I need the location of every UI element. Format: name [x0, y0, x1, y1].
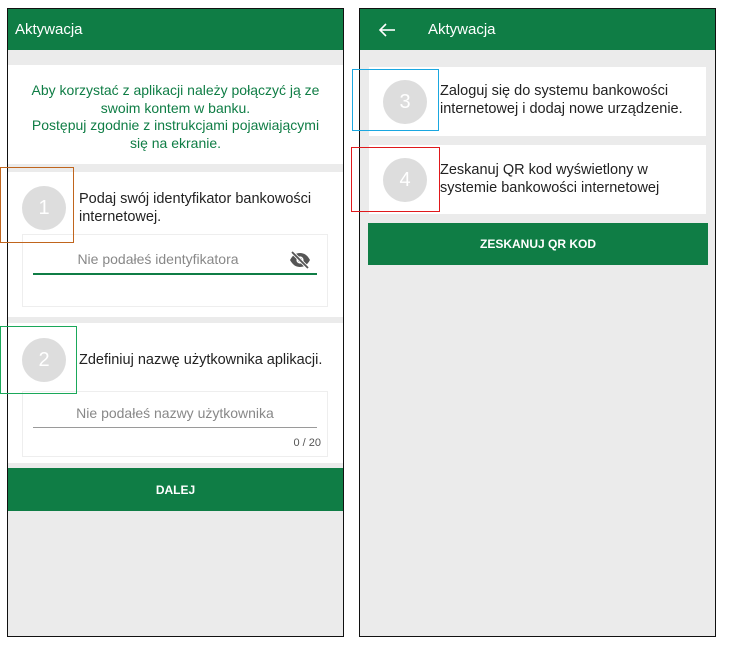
- highlight-box-step1: [0, 167, 74, 243]
- intro-line: Postępuj zgodnie z instrukcjami pojawiaj…: [31, 117, 320, 133]
- arrow-left-icon[interactable]: [376, 20, 398, 40]
- eye-slash-icon[interactable]: [289, 250, 311, 270]
- intro-card: Aby korzystać z aplikacji należy połączy…: [8, 65, 343, 164]
- app-bar-title: Aktywacja: [15, 21, 83, 38]
- scan-qr-button[interactable]: ZESKANUJ QR KOD: [368, 223, 708, 265]
- step1-instruction: Podaj swój identyfikator bankowości inte…: [79, 191, 312, 225]
- intro-line: Aby korzystać z aplikacji należy połączy…: [31, 82, 320, 98]
- app-bar-title: Aktywacja: [428, 21, 496, 38]
- app-bar: Aktywacja: [360, 9, 715, 50]
- username-input-row: [33, 405, 317, 428]
- app-bar: Aktywacja: [8, 9, 343, 50]
- next-button[interactable]: DALEJ: [8, 468, 343, 511]
- username-field-container: 0 / 20: [22, 391, 328, 457]
- identifier-field-container: [22, 234, 328, 307]
- step4-instruction: Zeskanuj QR kod wyświetlony w systemie b…: [440, 162, 660, 196]
- username-input[interactable]: [33, 405, 317, 421]
- intro-line: swoim kontem w banku.: [100, 99, 251, 116]
- highlight-box-step2: [0, 326, 77, 394]
- step2-instruction: Zdefiniuj nazwę użytkownika aplikacji.: [79, 352, 323, 368]
- intro-line: się na ekranie.: [129, 134, 222, 151]
- identifier-input[interactable]: [33, 251, 283, 267]
- highlight-box-step3: [352, 69, 439, 131]
- step3-instruction: Zaloguj się do systemu bankowości intern…: [440, 83, 683, 117]
- username-char-counter: 0 / 20: [293, 437, 321, 449]
- highlight-box-step4: [351, 147, 440, 212]
- identifier-input-row: [33, 250, 317, 275]
- left-phone-screen: Aktywacja Aby korzystać z aplikacji nale…: [7, 8, 344, 637]
